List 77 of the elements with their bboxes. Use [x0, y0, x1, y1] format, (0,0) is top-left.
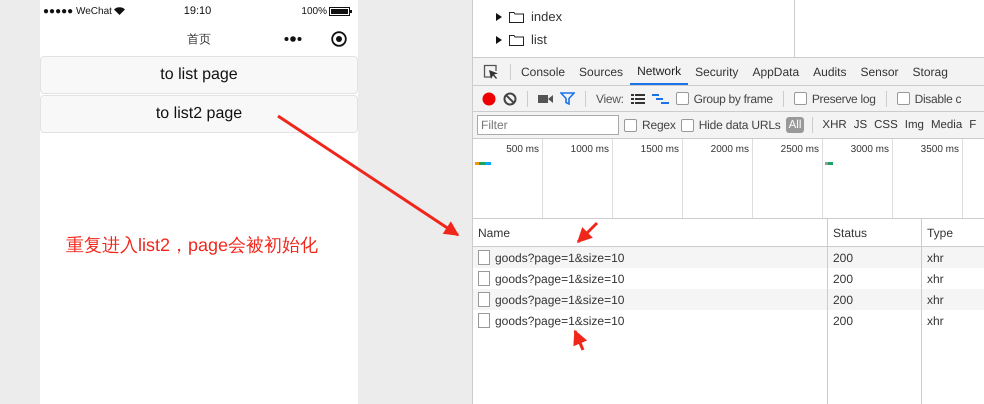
navigate-button[interactable]: to list page: [40, 56, 358, 94]
request-type: xhr: [927, 292, 944, 306]
camera-icon[interactable]: [538, 94, 553, 104]
expand-arrow-icon[interactable]: [495, 12, 502, 20]
column-header[interactable]: Status: [828, 219, 922, 246]
column-header[interactable]: Name: [473, 219, 828, 246]
arrow: [576, 222, 598, 244]
battery-percent: 100%: [301, 6, 327, 16]
more-icon[interactable]: [284, 36, 302, 42]
panel-tab[interactable]: Sensor: [854, 58, 906, 85]
panel-tab[interactable]: Audits: [806, 58, 854, 85]
checkbox-label: Hide data URLs: [698, 118, 781, 132]
request-type: xhr: [927, 272, 944, 286]
timeline-tick: 500 ms: [506, 144, 539, 155]
folder-label[interactable]: index: [531, 9, 562, 24]
clear-icon[interactable]: [503, 92, 517, 106]
panel-tab[interactable]: Sources: [572, 58, 630, 85]
panel-tab[interactable]: Security: [688, 58, 746, 85]
inspect-icon[interactable]: [483, 64, 499, 80]
document-icon: [478, 271, 490, 286]
record-icon[interactable]: [482, 92, 496, 106]
checkbox-label: Group by frame: [694, 92, 773, 106]
request-type: xhr: [927, 250, 944, 264]
waterfall-icon[interactable]: [652, 94, 669, 104]
arrow: [573, 330, 588, 351]
annotation-text: 重复进入list2，page会被初始化: [66, 234, 318, 257]
type-filter-tab[interactable]: CSS: [873, 117, 899, 133]
folder-icon: [509, 34, 524, 46]
battery-icon: [329, 6, 352, 16]
timeline-tick: 1000 ms: [570, 144, 609, 155]
panel-tab[interactable]: Console: [514, 58, 572, 85]
timeline-tick: 3500 ms: [920, 144, 959, 155]
request-name[interactable]: goods?page=1&size=10: [495, 292, 624, 306]
checkbox[interactable]: [896, 92, 910, 105]
timeline-tick: 2000 ms: [710, 144, 749, 155]
status-code: 200: [833, 292, 854, 306]
expand-arrow-icon[interactable]: [495, 36, 502, 44]
timeline-tick: 2500 ms: [780, 144, 819, 155]
type-filter-tab[interactable]: Media: [930, 117, 964, 133]
carrier-label: ●●●●● WeChat: [43, 6, 112, 16]
request-name[interactable]: goods?page=1&size=10: [495, 314, 624, 328]
type-filter-tab[interactable]: JS: [852, 117, 868, 133]
close-target-icon[interactable]: [331, 31, 347, 47]
timeline-tick: 1500 ms: [640, 144, 679, 155]
folder-icon: [509, 10, 524, 22]
page-title: 首页: [187, 30, 211, 48]
type-filter-tab[interactable]: Img: [904, 117, 925, 133]
folder-label[interactable]: list: [531, 32, 547, 47]
navigate-button[interactable]: to list2 page: [40, 95, 358, 133]
panel-tab[interactable]: Storag: [906, 58, 955, 85]
checkbox-label: Regex: [642, 118, 676, 132]
type-filter-tab[interactable]: F: [968, 117, 978, 133]
document-icon: [478, 292, 490, 307]
request-type: xhr: [927, 314, 944, 328]
checkbox[interactable]: [676, 92, 689, 105]
status-code: 200: [833, 272, 854, 286]
filter-field[interactable]: Filter: [477, 115, 619, 135]
filter-icon[interactable]: [560, 92, 575, 105]
column-header[interactable]: Type: [922, 219, 984, 246]
type-filter-tab[interactable]: XHR: [821, 117, 848, 133]
status-code: 200: [833, 250, 854, 264]
checkbox-label: Preserve log: [812, 92, 876, 106]
request-name[interactable]: goods?page=1&size=10: [495, 250, 624, 264]
view-label: View:: [596, 92, 624, 106]
document-icon: [478, 250, 490, 265]
list-view-icon[interactable]: [630, 94, 645, 104]
checkbox-label: Disable c: [914, 92, 962, 106]
status-time: 19:10: [184, 5, 212, 17]
checkbox[interactable]: [624, 118, 637, 132]
panel-tab[interactable]: AppData: [745, 58, 806, 85]
status-code: 200: [833, 314, 854, 328]
checkbox[interactable]: [794, 92, 807, 105]
request-name[interactable]: goods?page=1&size=10: [495, 272, 624, 286]
checkbox[interactable]: [680, 118, 694, 132]
document-icon: [478, 313, 490, 328]
wifi-icon: [114, 7, 125, 15]
timeline-tick: 3000 ms: [850, 144, 889, 155]
